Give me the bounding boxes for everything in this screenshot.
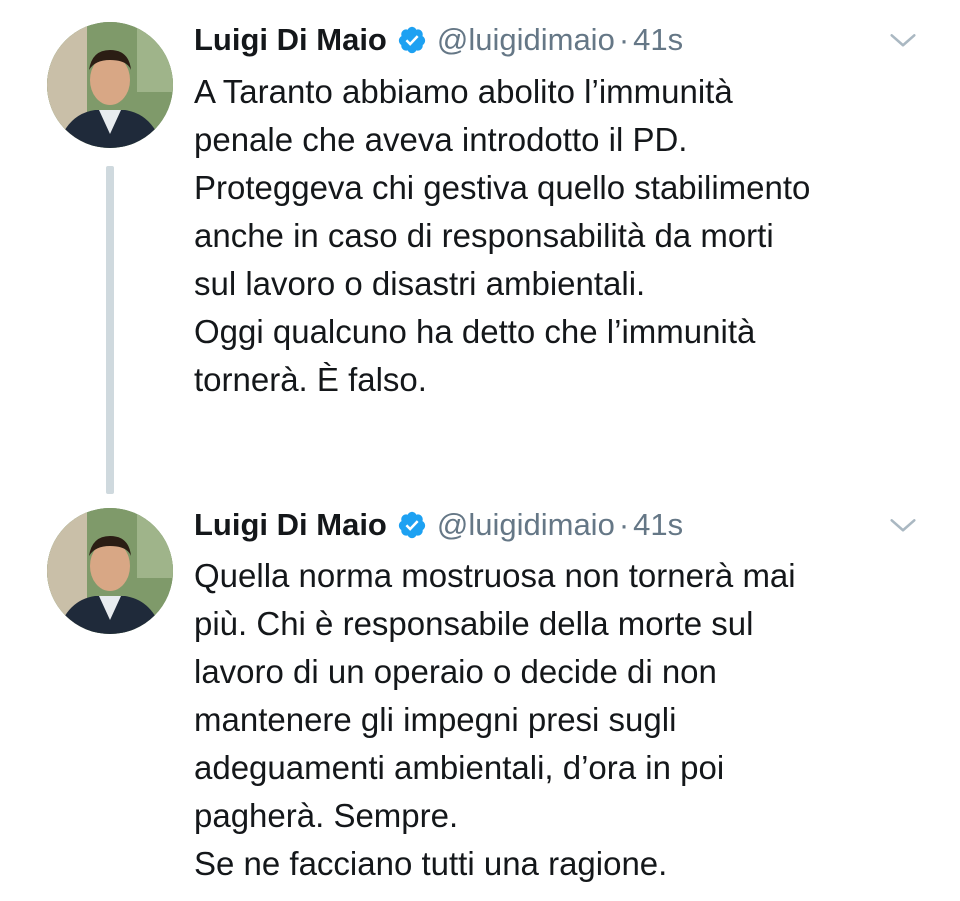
verified-badge-icon [398, 511, 425, 539]
tweet-header: Luigi Di Maio @luigidimaio · 41s [194, 18, 920, 62]
avatar[interactable] [47, 508, 173, 634]
author-handle[interactable]: @luigidimaio [437, 507, 615, 543]
tweet-text-line: Proteggeva chi gestiva quello stabilimen… [194, 169, 811, 206]
avatar-photo [47, 22, 173, 148]
tweet-timestamp[interactable]: 41s [633, 507, 683, 543]
avatar[interactable] [47, 22, 173, 148]
tweet-text-line: Se ne facciano tutti una ragione. [194, 845, 668, 882]
tweet-text: Quella norma mostruosa non tornerà mai p… [194, 552, 924, 888]
separator-dot: · [618, 22, 630, 57]
tweet-text-line: mantenere gli impegni presi sugli [194, 701, 677, 738]
tweet[interactable]: Luigi Di Maio @luigidimaio · 41s Quella … [0, 500, 960, 901]
tweet-timestamp[interactable]: 41s [633, 22, 683, 58]
author-name[interactable]: Luigi Di Maio [194, 22, 387, 58]
tweet-text-line: Oggi qualcuno ha detto che l’immunità [194, 313, 756, 350]
chevron-down-icon[interactable] [886, 509, 920, 543]
separator-dot: · [618, 507, 630, 542]
tweet-text-line: Quella norma mostruosa non tornerà mai [194, 557, 796, 594]
tweet-text: A Taranto abbiamo abolito l’immunità pen… [194, 68, 924, 404]
thread-connector-line [106, 166, 114, 494]
tweet-text-line: anche in caso di responsabilità da morti [194, 217, 774, 254]
author-handle[interactable]: @luigidimaio [437, 22, 615, 58]
verified-badge-icon [398, 26, 425, 54]
tweet-text-line: adeguamenti ambientali, d’ora in poi [194, 749, 725, 786]
chevron-down-icon[interactable] [886, 24, 920, 58]
tweet-text-line: A Taranto abbiamo abolito l’immunità [194, 73, 733, 110]
author-name[interactable]: Luigi Di Maio [194, 507, 387, 543]
tweet[interactable]: Luigi Di Maio @luigidimaio · 41s A Taran… [0, 0, 960, 500]
tweet-header: Luigi Di Maio @luigidimaio · 41s [194, 503, 920, 547]
tweet-text-line: pagherà. Sempre. [194, 797, 459, 834]
tweet-text-line: penale che aveva introdotto il PD. [194, 121, 688, 158]
tweet-text-line: sul lavoro o disastri ambientali. [194, 265, 646, 302]
avatar-photo [47, 508, 173, 634]
tweet-text-line: tornerà. È falso. [194, 361, 427, 398]
tweet-text-line: più. Chi è responsabile della morte sul [194, 605, 754, 642]
tweet-text-line: lavoro di un operaio o decide di non [194, 653, 717, 690]
